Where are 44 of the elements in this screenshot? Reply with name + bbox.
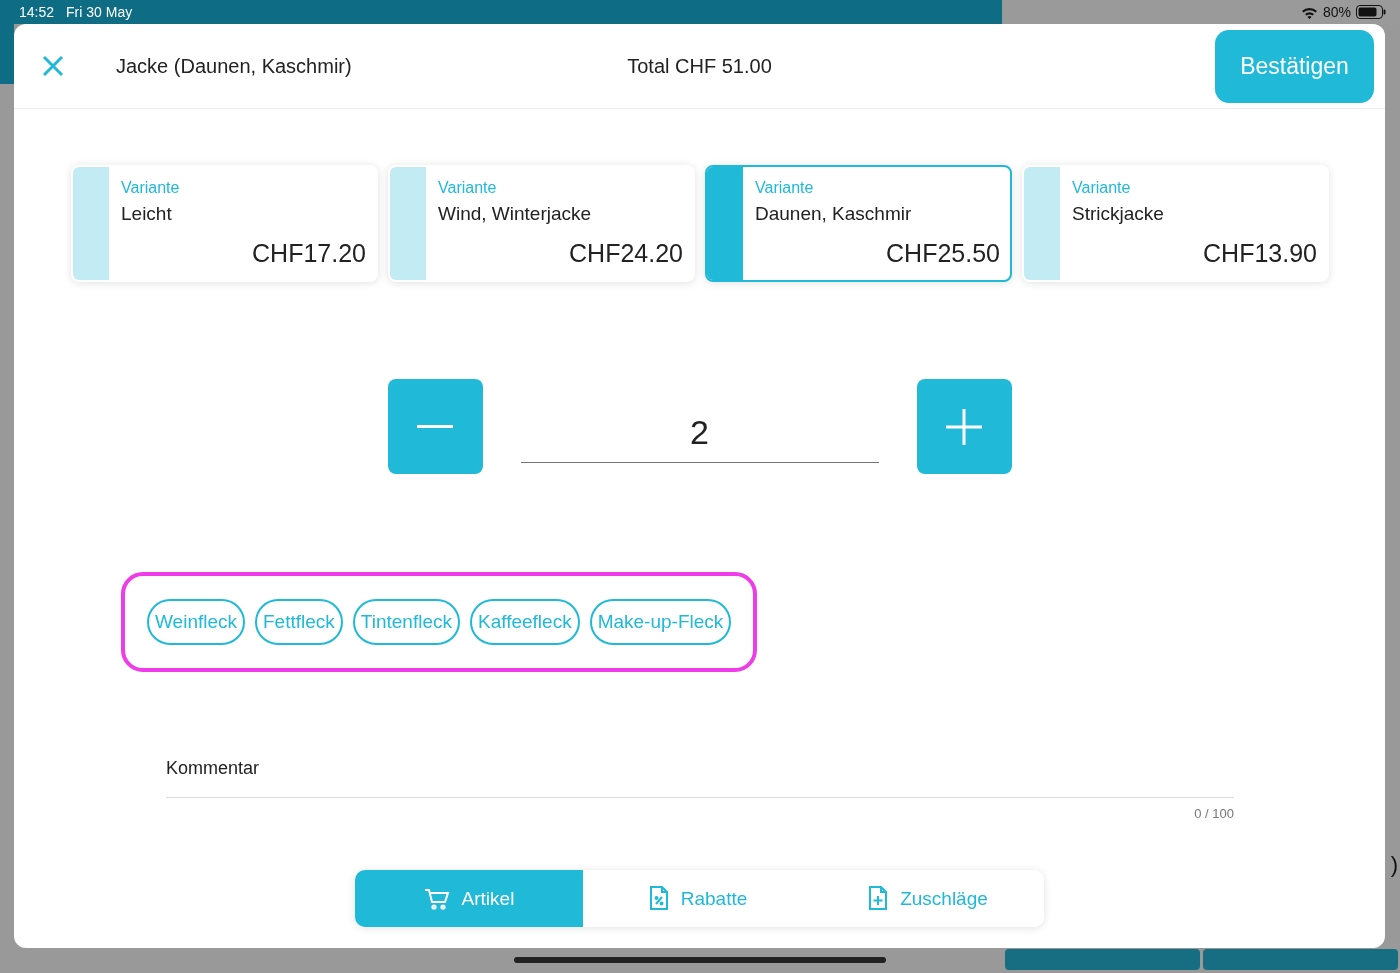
variant-name: Wind, Winterjacke — [438, 203, 593, 225]
stain-tag[interactable]: Kaffeefleck — [470, 599, 580, 645]
stain-tag[interactable]: Fettfleck — [255, 599, 343, 645]
battery-icon — [1356, 5, 1386, 19]
status-date: Fri 30 May — [66, 4, 133, 20]
wifi-icon — [1300, 5, 1318, 19]
stain-tag[interactable]: Make-up-Fleck — [589, 599, 732, 645]
variant-name: Strickjacke — [1072, 203, 1165, 225]
variant-card[interactable]: Variante Daunen, Kaschmir CHF25.50 — [705, 165, 1012, 282]
variant-card[interactable]: Variante Strickjacke CHF13.90 — [1022, 165, 1329, 282]
variant-label: Variante — [755, 179, 815, 197]
variant-card[interactable]: Variante Leicht CHF17.20 — [71, 165, 378, 282]
tab[interactable]: Rabatte — [583, 870, 813, 927]
variant-price: CHF25.50 — [886, 239, 1000, 268]
variant-name: Leicht — [121, 203, 173, 225]
variant-card[interactable]: Variante Wind, Winterjacke CHF24.20 — [388, 165, 695, 282]
quantity-field[interactable]: 2 — [520, 390, 879, 463]
close-icon[interactable] — [42, 55, 64, 77]
variant-name: Daunen, Kaschmir — [755, 203, 913, 225]
percent-document-icon — [648, 886, 669, 911]
increment-button[interactable] — [916, 379, 1012, 474]
variant-label: Variante — [438, 179, 498, 197]
variant-price: CHF17.20 — [252, 239, 366, 268]
total-amount: Total CHF 51.00 — [627, 54, 772, 78]
character-counter: 0 / 100 — [1194, 806, 1234, 821]
variant-price: CHF13.90 — [1203, 239, 1317, 268]
item-title: Jacke (Daunen, Kaschmir) — [116, 54, 352, 78]
comment-label: Kommentar — [166, 758, 261, 779]
variant-label: Variante — [1072, 179, 1132, 197]
tab[interactable]: Zuschläge — [813, 870, 1043, 927]
status-time: 14:52 — [19, 4, 55, 20]
stain-tag[interactable]: Tintenfleck — [352, 599, 460, 645]
tab[interactable]: Artikel — [355, 870, 583, 927]
variant-label: Variante — [121, 179, 181, 197]
confirm-button[interactable]: Bestätigen — [1215, 29, 1374, 103]
battery-percent: 80% — [1322, 4, 1351, 20]
plus-icon — [946, 408, 982, 445]
backdrop-text: ) — [1390, 852, 1398, 878]
plus-document-icon — [868, 886, 889, 911]
decrement-button[interactable] — [387, 379, 483, 474]
cart-icon — [423, 887, 450, 910]
stain-tag[interactable]: Weinfleck — [147, 599, 245, 645]
minus-icon — [417, 425, 453, 428]
variant-price: CHF24.20 — [569, 239, 683, 268]
